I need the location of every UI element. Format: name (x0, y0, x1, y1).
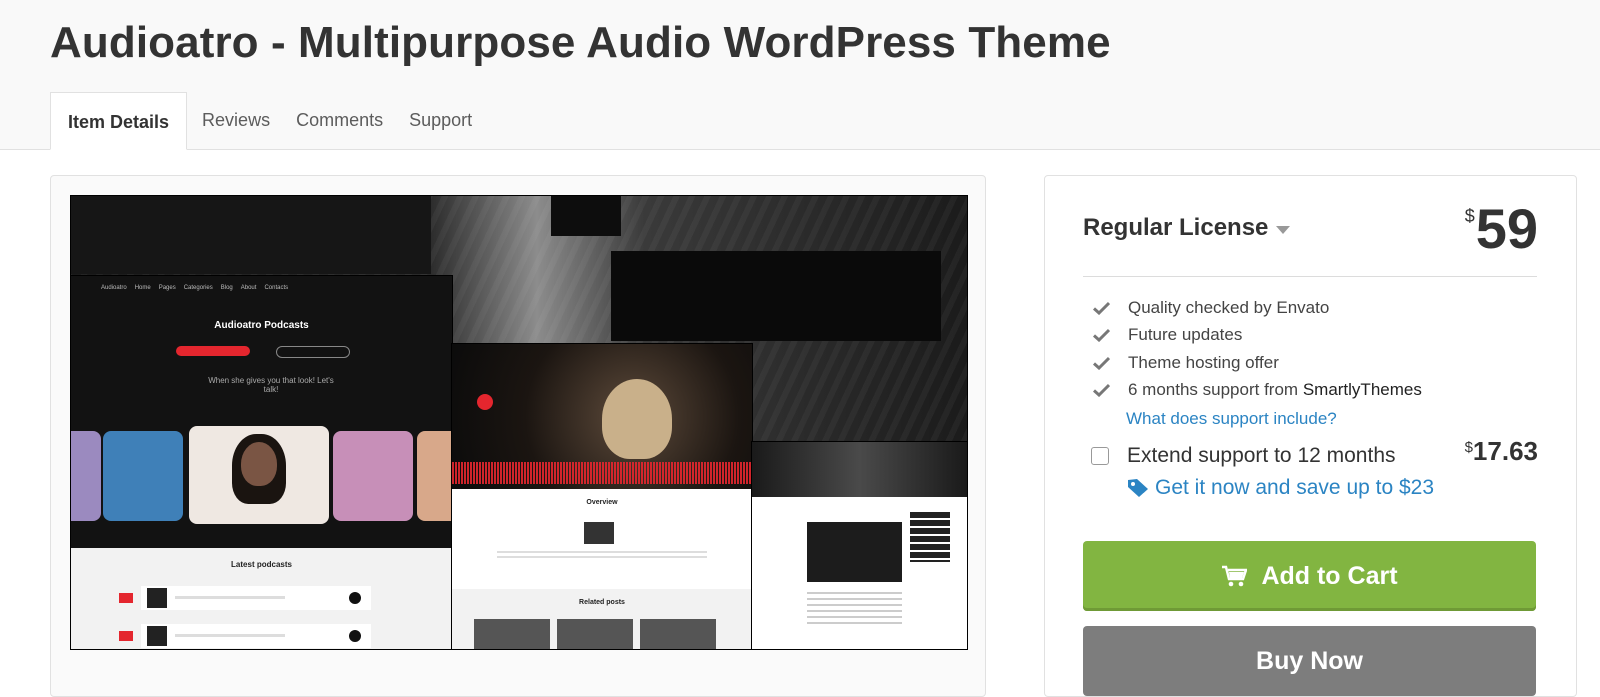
subscribe-pill (176, 346, 250, 356)
page-title: Audioatro - Multipurpose Audio WordPress… (50, 18, 1111, 67)
artist-cards (71, 426, 452, 524)
podcast-row (119, 624, 371, 648)
save-offer-text: Get it now and save up to $23 (1155, 476, 1435, 499)
support-info-link[interactable]: What does support include? (1126, 409, 1337, 429)
check-icon (1093, 329, 1110, 343)
add-to-cart-button[interactable]: Add to Cart (1083, 541, 1536, 611)
latest-podcasts-title: Latest podcasts (231, 560, 292, 569)
player-hero (452, 344, 752, 489)
play-icon (349, 630, 361, 642)
tag-icon (1128, 479, 1148, 497)
audio-waveform (452, 462, 752, 484)
license-label: Regular License (1083, 214, 1269, 241)
cart-icon (1222, 565, 1248, 587)
features-list: Quality checked by Envato Future updates… (1093, 294, 1422, 404)
preview-panel: Audioatro Home Pages Categories Blog Abo… (50, 175, 986, 697)
divider (1083, 276, 1537, 277)
blog-post-image (807, 522, 902, 582)
overview-text-lines (497, 551, 707, 553)
artist-card (103, 431, 183, 521)
subscribe-rss-pill (276, 346, 350, 358)
tab-support[interactable]: Support (396, 92, 485, 150)
price-amount: 59 (1475, 197, 1538, 260)
preview-screen-player: Overview Related posts (452, 344, 752, 649)
artist-card (417, 431, 452, 521)
artist-card-featured (189, 426, 329, 524)
extend-support-price: $ 17.63 (1465, 436, 1538, 467)
extend-price-amount: 17.63 (1472, 436, 1538, 466)
tab-comments[interactable]: Comments (283, 92, 396, 150)
related-thumb (640, 619, 716, 649)
podcast-row (119, 586, 371, 610)
mini-nav-item: Pages (158, 285, 176, 291)
feature-item: Quality checked by Envato (1093, 294, 1422, 322)
feature-item: Theme hosting offer (1093, 349, 1422, 377)
extend-support-option[interactable]: Extend support to 12 months (1091, 444, 1396, 468)
mini-nav-item: Home (134, 285, 151, 291)
portrait-face (241, 442, 277, 486)
extend-support-label: Extend support to 12 months (1127, 444, 1396, 467)
check-icon (1093, 356, 1110, 370)
item-header: Audioatro - Multipurpose Audio WordPress… (0, 0, 1600, 150)
currency-symbol: $ (1464, 439, 1473, 456)
podcast-thumb (147, 588, 167, 608)
podcasts-title: Audioatro Podcasts (214, 320, 309, 331)
check-icon (1093, 384, 1110, 398)
podcast-text-line (175, 634, 285, 637)
podcast-text-line (175, 596, 285, 599)
pause-icon (477, 394, 493, 410)
add-to-cart-label: Add to Cart (1261, 561, 1398, 590)
preview-building-shape (71, 196, 431, 274)
mini-nav-item: Categories (183, 285, 213, 291)
tab-reviews[interactable]: Reviews (189, 92, 283, 150)
podcast-badge (119, 631, 133, 641)
related-thumb (474, 619, 550, 649)
mini-nav-item: Audioatro (101, 285, 127, 291)
related-posts-title: Related posts (579, 599, 625, 606)
feature-text: Quality checked by Envato (1128, 297, 1330, 317)
preview-screen-blog (752, 442, 967, 649)
check-icon (1093, 301, 1110, 315)
author-name: SmartlyThemes (1302, 380, 1422, 400)
purchase-panel: Regular License $ 59 Quality checked by … (1044, 175, 1577, 697)
extend-support-checkbox[interactable] (1091, 447, 1109, 465)
item-tabs: Item Details Reviews Comments Support (50, 92, 485, 150)
artist-card (333, 431, 413, 521)
preview-building-shape (611, 251, 941, 341)
caret-down-icon (1276, 225, 1291, 234)
related-thumb (557, 619, 633, 649)
feature-item: Future updates (1093, 322, 1422, 350)
latest-podcasts-section: Latest podcasts (71, 548, 452, 649)
overview-thumb (584, 522, 614, 544)
mini-nav-item: Blog (220, 285, 233, 291)
blog-hero (752, 442, 967, 497)
license-selector[interactable]: Regular License (1083, 214, 1291, 242)
preview-screen-home: Audioatro Home Pages Categories Blog Abo… (71, 276, 452, 649)
license-price: $ 59 (1465, 198, 1538, 260)
save-offer-link[interactable]: Get it now and save up to $23 (1127, 476, 1434, 500)
theme-preview-image[interactable]: Audioatro Home Pages Categories Blog Abo… (70, 195, 968, 650)
buy-now-button[interactable]: Buy Now (1083, 626, 1536, 696)
mini-nav: Audioatro Home Pages Categories Blog Abo… (71, 276, 452, 296)
mini-nav-item: About (240, 285, 257, 291)
overview-section: Overview Related posts (452, 489, 752, 649)
blog-text-lines (807, 592, 902, 594)
podcast-badge (119, 593, 133, 603)
tab-item-details[interactable]: Item Details (50, 92, 188, 150)
hero-portrait (602, 379, 672, 459)
play-icon (349, 592, 361, 604)
related-posts: Related posts (452, 589, 752, 649)
mini-nav-item: Contacts (264, 285, 289, 291)
podcast-thumb (147, 626, 167, 646)
feature-text: Theme hosting offer (1128, 352, 1279, 372)
currency-symbol: $ (1464, 206, 1475, 226)
preview-building-shape (551, 196, 621, 236)
feature-item: 6 months support from SmartlyThemes (1093, 377, 1422, 405)
artist-card (71, 431, 101, 521)
feature-text: 6 months support from (1128, 380, 1303, 400)
overview-title: Overview (586, 499, 618, 506)
blog-sidebar-tags (910, 512, 950, 562)
featured-tagline: When she gives you that look! Let's talk… (208, 376, 334, 394)
feature-text: Future updates (1128, 325, 1243, 345)
